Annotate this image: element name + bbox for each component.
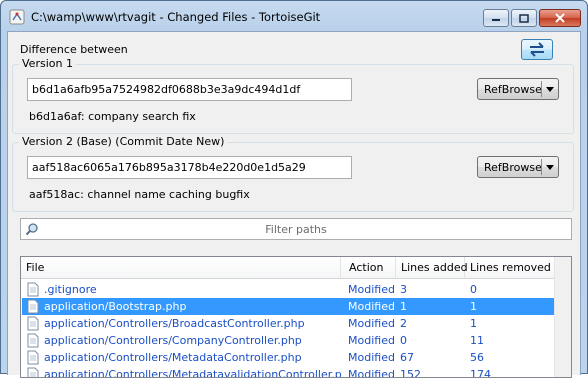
column-header-action[interactable]: Action [344,257,396,279]
lines-added: 0 [400,334,407,347]
title-bar[interactable]: C:\wamp\www\rtvagit - Changed Files - To… [1,1,587,31]
version2-group: Version 2 (Base) (Commit Date New) aaf51… [12,135,574,212]
swap-versions-button[interactable] [521,39,553,60]
file-action: Modified [348,368,395,378]
minimize-button[interactable] [483,9,509,27]
version2-refbrowse-label: RefBrowse [484,161,542,174]
close-icon [555,13,565,23]
lines-removed: 11 [470,334,484,347]
lines-removed: 174 [470,368,491,378]
swap-arrows-icon [530,42,544,57]
difference-between-label: Difference between [20,43,128,56]
file-path: application/Controllers/CompanyControlle… [44,334,302,347]
file-action: Modified [348,351,395,364]
lines-removed: 0 [470,283,477,296]
changed-files-list[interactable]: File Action Lines added Lines removed .g… [20,256,572,378]
maximize-button[interactable] [511,9,537,27]
version2-hash-field[interactable]: aaf518ac6065a176b895a3178b4e220d0e1d5a29 [27,156,352,179]
filter-paths-placeholder: Filter paths [265,223,327,236]
version1-refbrowse-label: RefBrowse [484,83,542,96]
file-action: Modified [348,300,395,313]
file-path: application/Bootstrap.php [44,300,187,313]
file-path: .gitignore [44,283,97,296]
file-action: Modified [348,334,395,347]
file-path: application/Controllers/MetadataControll… [44,351,302,364]
list-header: File Action Lines added Lines removed [21,257,571,279]
lines-added: 152 [400,368,421,378]
chevron-down-icon[interactable] [546,165,554,170]
php-file-icon [27,350,39,365]
file-action: Modified [348,283,395,296]
lines-removed: 56 [470,351,484,364]
maximize-icon [519,13,529,23]
version1-refbrowse-button[interactable]: RefBrowse [477,78,559,100]
list-item-selected[interactable]: application/Bootstrap.php Modified 1 1 [22,298,554,315]
window-title: C:\wamp\www\rtvagit - Changed Files - To… [31,10,321,24]
close-button[interactable] [539,9,581,27]
vertical-scrollbar[interactable] [554,257,571,377]
list-item[interactable]: application/Controllers/MetadataControll… [22,349,554,366]
version2-refbrowse-button[interactable]: RefBrowse [477,156,559,178]
php-file-icon [27,316,39,331]
column-header-lines-removed[interactable]: Lines removed [465,257,555,279]
dropdown-separator [541,81,542,97]
minimize-icon [492,19,500,21]
version2-group-title: Version 2 (Base) (Commit Date New) [19,135,228,148]
php-file-icon [27,333,39,348]
column-header-lines-added[interactable]: Lines added [396,257,468,279]
column-header-file[interactable]: File [21,257,341,279]
chevron-down-icon[interactable] [546,87,554,92]
file-path: application/Controllers/BroadcastControl… [44,317,305,330]
version1-group: Version 1 b6d1a6afb95a7524982df0688b3e3a… [12,57,574,134]
tortoisegit-icon [9,9,25,25]
lines-added: 3 [400,283,407,296]
file-path: application/Controllers/Metadatavalidati… [44,368,342,378]
version2-commit-message: aaf518ac: channel name caching bugfix [29,188,250,201]
list-item[interactable]: application/Controllers/Metadatavalidati… [22,366,554,378]
version1-commit-message: b6d1a6af: company search fix [29,110,196,123]
lines-added: 1 [400,300,407,313]
dropdown-separator [541,159,542,175]
version1-group-title: Version 1 [19,57,76,70]
lines-added: 67 [400,351,414,364]
file-action: Modified [348,317,395,330]
php-file-icon [27,367,39,377]
lines-removed: 1 [470,317,477,330]
filter-paths-input[interactable]: Filter paths [20,218,572,240]
lines-added: 2 [400,317,407,330]
list-item[interactable]: application/Controllers/BroadcastControl… [22,315,554,332]
lines-removed: 1 [470,300,477,313]
dialog-body: Difference between Version 1 b6d1a6afb95… [7,31,581,378]
main-window: C:\wamp\www\rtvagit - Changed Files - To… [0,0,588,378]
text-file-icon [27,282,39,297]
php-file-icon [27,299,39,314]
list-item[interactable]: .gitignore Modified 3 0 [22,281,554,298]
version1-hash-field[interactable]: b6d1a6afb95a7524982df0688b3e3a9dc494d1df [27,78,352,101]
list-item[interactable]: application/Controllers/CompanyControlle… [22,332,554,349]
